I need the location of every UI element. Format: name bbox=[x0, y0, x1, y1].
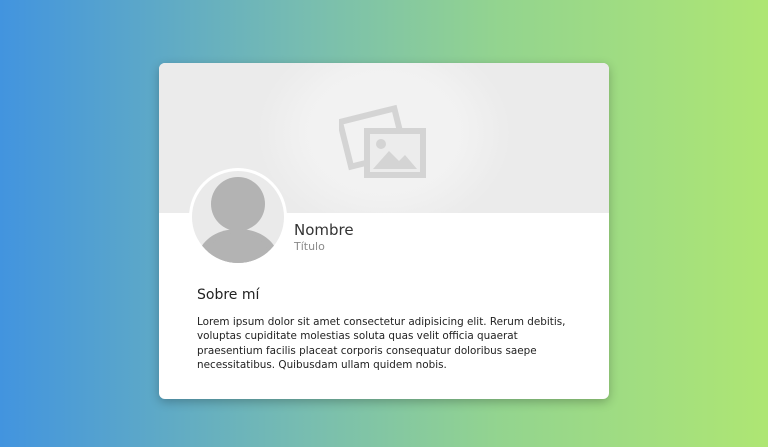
profile-name: Nombre bbox=[294, 221, 354, 239]
about-heading: Sobre mí bbox=[197, 287, 260, 303]
image-placeholder-icon bbox=[339, 104, 426, 178]
user-silhouette-icon bbox=[196, 177, 280, 263]
profile-title: Título bbox=[294, 240, 325, 253]
about-text: Lorem ipsum dolor sit amet consectetur a… bbox=[197, 316, 566, 371]
avatar bbox=[189, 168, 287, 266]
profile-card: Nombre Título Sobre mí Lorem ipsum dolor… bbox=[159, 63, 609, 399]
